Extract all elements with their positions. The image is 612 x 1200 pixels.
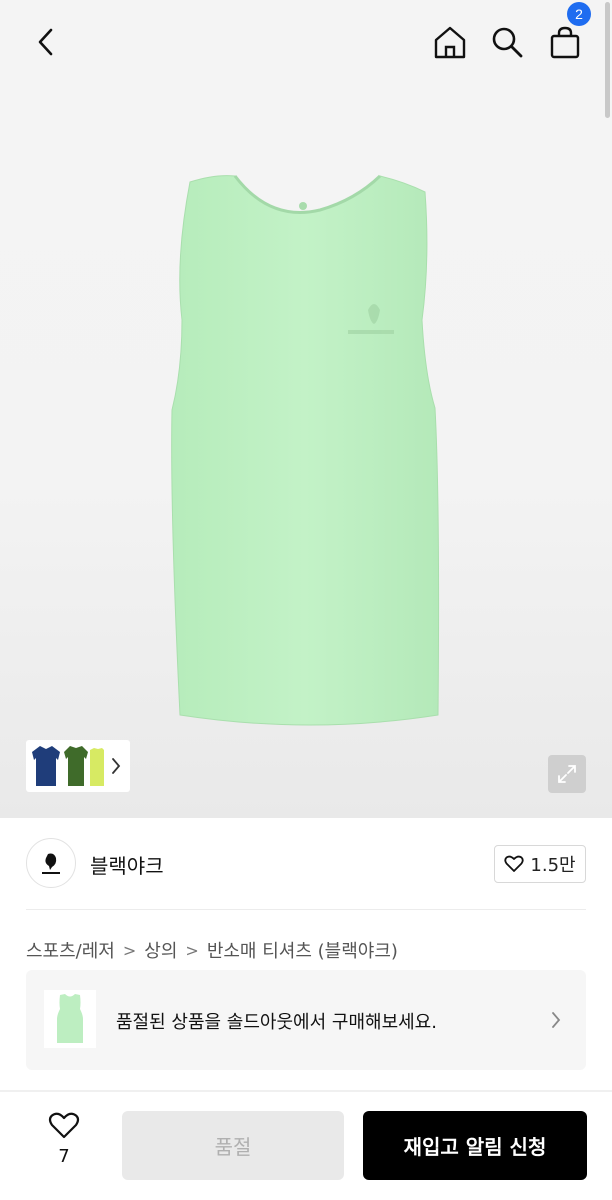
- heart-outline-icon: [48, 1112, 80, 1139]
- brand-name[interactable]: 블랙야크: [90, 850, 164, 879]
- brand-logo[interactable]: [26, 838, 76, 888]
- soldout-product-thumbnail: [44, 990, 96, 1048]
- product-thumbnail-image: [57, 994, 83, 1043]
- chevron-right-icon: >: [122, 940, 137, 960]
- search-icon: [492, 27, 523, 58]
- chevron-right-icon: >: [185, 940, 199, 960]
- wishlist-button[interactable]: 7: [40, 1112, 88, 1172]
- chevron-right-icon: [112, 758, 121, 774]
- soldout-button: 품절: [122, 1111, 344, 1180]
- back-button[interactable]: [26, 22, 66, 62]
- shopping-bag-icon: [550, 26, 580, 59]
- breadcrumb-item-subcategory[interactable]: 상의: [144, 937, 177, 963]
- cart-button[interactable]: 2: [545, 2, 591, 62]
- variant-thumbnail-images: [32, 746, 104, 786]
- product-image-gallery[interactable]: 2: [0, 0, 612, 818]
- brand-row: 블랙야크 1.5만: [26, 838, 586, 890]
- soldout-banner-text: 품절된 상품을 솔드아웃에서 구매해보세요.: [116, 1012, 437, 1033]
- breadcrumb-item-product-type[interactable]: 반소매 티셔츠 (블랙야크): [207, 937, 398, 963]
- wishlist-count: 7: [58, 1146, 70, 1167]
- brand-logo-icon: [42, 853, 60, 874]
- brand-like-count: 1.5만: [530, 855, 576, 876]
- heart-outline-icon: [504, 855, 525, 872]
- soldout-banner[interactable]: 품절된 상품을 솔드아웃에서 구매해보세요.: [26, 970, 586, 1070]
- divider: [26, 909, 586, 910]
- expand-icon: [558, 765, 576, 783]
- top-navigation-bar: 2: [0, 0, 612, 88]
- home-button[interactable]: [430, 22, 470, 62]
- home-icon: [434, 26, 466, 59]
- cart-count-badge: 2: [567, 2, 591, 26]
- chevron-left-icon: [38, 28, 53, 56]
- product-image: [171, 174, 440, 726]
- chevron-right-icon: [552, 1012, 561, 1028]
- bottom-action-bar: 7 품절 재입고 알림 신청: [0, 1092, 612, 1200]
- search-button[interactable]: [487, 22, 527, 62]
- brand-like-button[interactable]: 1.5만: [494, 845, 586, 883]
- color-variant-thumbnails[interactable]: [26, 740, 130, 792]
- restock-notification-button[interactable]: 재입고 알림 신청: [363, 1111, 587, 1180]
- zoom-button[interactable]: [548, 755, 586, 793]
- breadcrumb-item-category[interactable]: 스포츠/레저: [26, 937, 115, 963]
- breadcrumb: 스포츠/레저 > 상의 > 반소매 티셔츠 (블랙야크): [26, 937, 398, 963]
